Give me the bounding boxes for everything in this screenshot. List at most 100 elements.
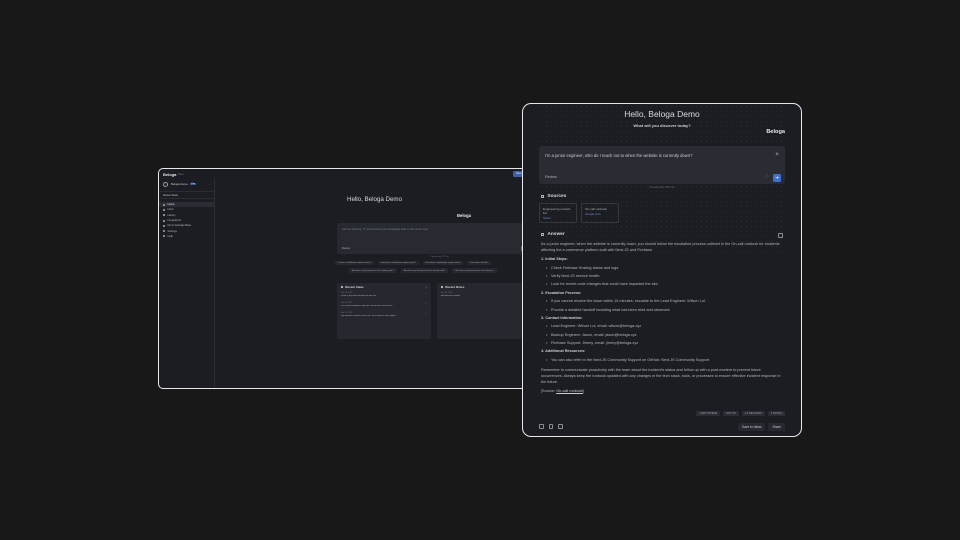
thumbs-up-icon[interactable] bbox=[548, 424, 553, 429]
logo-sub: Beta bbox=[178, 172, 184, 176]
share-button[interactable]: Share bbox=[768, 422, 785, 431]
card-title: Recent Ideas bbox=[345, 285, 364, 289]
suggestion-chip[interactable]: How does a distrib bbox=[467, 261, 491, 266]
user-name: Beloga Demo bbox=[171, 182, 188, 186]
dashboard-window: Beloga Beta New Idea Beloga Demo Pro ⌄ H… bbox=[158, 168, 535, 389]
copy-icon[interactable] bbox=[778, 233, 783, 238]
history-icon bbox=[163, 214, 165, 217]
avatar bbox=[163, 181, 168, 187]
page-title: Hello, Beloga Demo bbox=[624, 109, 700, 119]
sidebar-item-label: Settings bbox=[167, 229, 177, 233]
citation-link[interactable]: On-call runbook bbox=[556, 389, 583, 393]
step-bullet: Lead Engineer: Wilson Lui, email: wilson… bbox=[541, 324, 783, 330]
step: 2. Escalation Process: If you cannot res… bbox=[541, 291, 783, 313]
source-title: On-call runbook bbox=[585, 206, 607, 211]
item-text: What is my latest briefing on the XA bbox=[341, 295, 376, 297]
source-link[interactable]: Google docs bbox=[585, 212, 615, 216]
review-toggle[interactable]: Review bbox=[545, 175, 557, 179]
source-link[interactable]: Notion bbox=[543, 216, 573, 220]
step-bullet: Look for recent code changes that could … bbox=[541, 282, 783, 288]
step-title: 4. Additional Resources: bbox=[541, 349, 586, 354]
database-icon bbox=[163, 224, 165, 227]
step-bullet: Firebase Support: Jimmy, email: jimmy@be… bbox=[541, 341, 783, 347]
recent-ideas-card: Recent Ideas ↗ Nov 20, 2024 What is my la… bbox=[337, 283, 431, 339]
review-toggle[interactable]: Review bbox=[342, 247, 350, 250]
item-text: Architecture update bbox=[441, 295, 460, 297]
answer-window: Hello, Beloga Demo What will you discove… bbox=[522, 103, 802, 437]
logo: Beloga bbox=[163, 171, 177, 177]
source-title: Engineering contact list bbox=[543, 206, 571, 215]
citation-prefix: [Source: bbox=[541, 389, 557, 394]
main-panel: Hello, Beloga Demo Beloga Ask me anythin… bbox=[215, 179, 534, 388]
citation-suffix: ] bbox=[583, 389, 585, 394]
step: 3. Contact Information: Lead Engineer: W… bbox=[541, 316, 783, 347]
card-title: Recent Notes bbox=[445, 285, 465, 289]
sidebar-item-help[interactable]: Help bbox=[159, 234, 214, 239]
powered-by: Powered by GPT-4o bbox=[649, 185, 675, 189]
sidebar-item-label: Integrations bbox=[167, 219, 182, 223]
save-to-ideas-button[interactable]: Save to Ideas bbox=[737, 422, 766, 431]
answer-stats: 1,820 TOKENS GPT-4O 4.2 SECONDS 4 NOTES bbox=[696, 411, 785, 417]
top-bar: Beloga Beta New Idea bbox=[159, 169, 534, 179]
external-link-icon[interactable]: ↗ bbox=[425, 286, 427, 289]
sidebar-item-label: Home bbox=[167, 203, 175, 207]
page-title: Hello, Beloga Demo bbox=[346, 196, 403, 203]
item-text: My website is down, what can I do to mak… bbox=[341, 315, 397, 317]
list-item[interactable]: Nov 20, 2024 What is my latest briefing … bbox=[337, 291, 431, 298]
sidebar-item-label: History bbox=[167, 213, 176, 217]
answer-icon bbox=[541, 232, 545, 237]
chevron-down-icon: ⌄ bbox=[208, 182, 211, 186]
ask-input[interactable]: Ask me anything, “#” and Connect your kn… bbox=[337, 223, 529, 254]
sidebar-item-label: Help bbox=[167, 234, 173, 238]
sources-list: Engineering contact list Notion On-call … bbox=[539, 203, 619, 223]
list-item[interactable]: Nov 18, 2024 My website is down, what ca… bbox=[337, 311, 431, 318]
step-bullet: Provide a detailed handoff including wha… bbox=[541, 308, 783, 314]
arrow-icon: ↗ bbox=[425, 303, 427, 305]
item-date: Nov 20, 2024 bbox=[441, 292, 453, 294]
heart-icon[interactable]: ♡ bbox=[765, 174, 769, 180]
step-bullet: Backup Engineer: Jason, email: jason@bel… bbox=[541, 333, 783, 339]
question-input[interactable]: I'm a junior engineer, who do I reach ou… bbox=[539, 146, 785, 184]
team-selector[interactable]: Home Team bbox=[159, 191, 214, 199]
question-text: I'm a junior engineer, who do I reach ou… bbox=[545, 153, 693, 158]
suggestion-chip[interactable]: Are there any best practices for writing… bbox=[400, 268, 449, 273]
answer-body: As a junior engineer, when the website i… bbox=[541, 242, 783, 395]
sidebar-item-label: My Knowledge Base bbox=[167, 224, 192, 228]
answer-steps: 1. Initial Steps: Check Firebase Hosting… bbox=[541, 257, 783, 363]
brand-label: Beloga bbox=[457, 213, 471, 218]
copy-icon[interactable] bbox=[539, 424, 544, 429]
suggestion-chip[interactable]: How does a distribution system work? bbox=[377, 261, 419, 266]
arrow-icon: ↗ bbox=[425, 313, 427, 315]
home-icon bbox=[163, 203, 165, 206]
user-menu[interactable]: Beloga Demo Pro ⌄ bbox=[159, 179, 214, 189]
suggestion-chip[interactable]: How does a distribution system work? bbox=[422, 261, 464, 266]
send-button[interactable]: ➜ bbox=[773, 174, 781, 182]
answer-intro: As a junior engineer, when the website i… bbox=[541, 242, 780, 252]
item-date: Nov 20, 2024 bbox=[341, 292, 353, 294]
source-card[interactable]: Engineering contact list Notion bbox=[539, 203, 577, 223]
step-bullet: Verify Next.JS service health. bbox=[541, 274, 783, 280]
source-card[interactable]: On-call runbook Google docs bbox=[581, 203, 619, 223]
step: 4. Additional Resources: You can also re… bbox=[541, 349, 783, 363]
thumbs-down-icon[interactable] bbox=[558, 424, 563, 429]
suggestion-chip[interactable]: Are there any best practices for writing… bbox=[452, 268, 497, 273]
sidebar-item-label: Inbox bbox=[167, 208, 174, 212]
sources-heading: Sources bbox=[541, 194, 566, 199]
close-icon[interactable]: × bbox=[775, 151, 779, 158]
step-title: 1. Initial Steps: bbox=[541, 257, 568, 262]
sources-title: Sources bbox=[547, 194, 567, 199]
suggestion-chip[interactable]: Are there any best practices for writing… bbox=[349, 268, 397, 273]
item-text: I'm a junior engineer, who do I reach ou… bbox=[341, 305, 394, 307]
answer-heading: Answer bbox=[541, 232, 565, 237]
list-item[interactable]: Nov 20, 2024 Architecture update ⋯ bbox=[437, 291, 531, 298]
list-item[interactable]: Nov 20, 2024 I'm a junior engineer, who … bbox=[337, 301, 431, 308]
help-icon bbox=[163, 235, 165, 238]
sources-icon bbox=[541, 194, 545, 199]
suggestion-chip[interactable]: Is there a distribution system soon? bbox=[335, 261, 374, 266]
stat-badge: 4 NOTES bbox=[767, 411, 785, 417]
stat-badge: 4.2 SECONDS bbox=[741, 411, 765, 417]
suggestions: Is there a distribution system soon? How… bbox=[335, 261, 533, 276]
team-name: Home Team bbox=[163, 193, 179, 197]
arrow-icon: ↗ bbox=[425, 293, 427, 295]
stat-badge: 1,820 TOKENS bbox=[696, 411, 721, 417]
